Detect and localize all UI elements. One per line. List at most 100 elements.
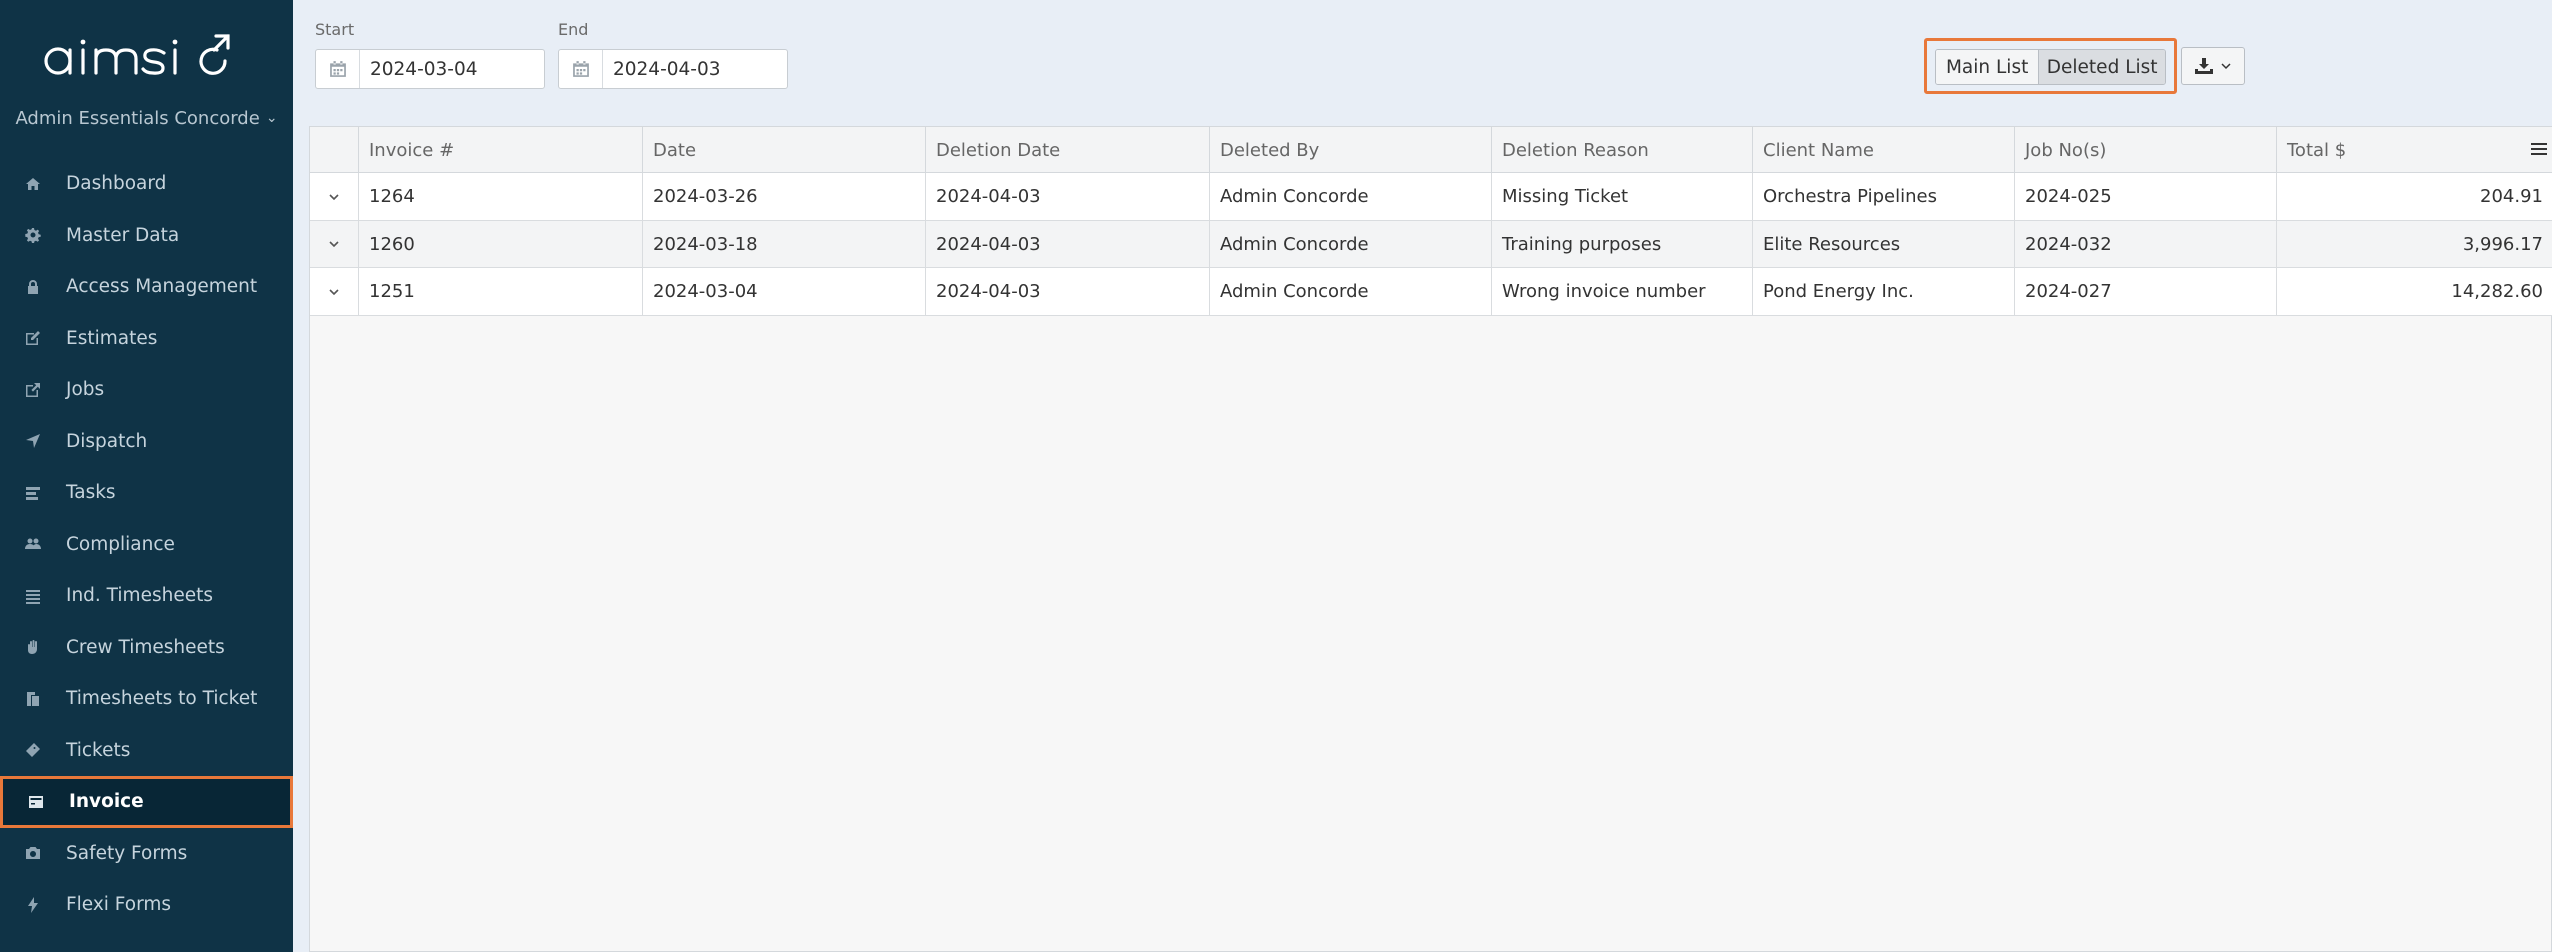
chevron-down-icon: ⌄ [265, 110, 278, 126]
column-header-total[interactable]: Total $ [2277, 127, 2552, 173]
deleted-invoice-grid: Invoice # Date Deletion Date Deleted By … [309, 126, 2552, 952]
start-date-field[interactable]: 2024-03-04 [315, 49, 545, 89]
sidebar-item-dashboard[interactable]: Dashboard [0, 158, 293, 210]
cell-job-numbers: 2024-032 [2015, 220, 2277, 268]
cell-job-numbers: 2024-027 [2015, 268, 2277, 315]
sidebar-item-ind-timesheets[interactable]: Ind. Timesheets [0, 570, 293, 622]
sidebar-item-tickets[interactable]: Tickets [0, 725, 293, 777]
sidebar-item-label: Timesheets to Ticket [66, 688, 258, 710]
column-header-client-name[interactable]: Client Name [1753, 127, 2015, 173]
row-expand-button[interactable] [310, 173, 359, 220]
sidebar-item-label: Crew Timesheets [66, 636, 225, 658]
sidebar-item-label: Ind. Timesheets [66, 585, 213, 607]
location-arrow-icon [24, 432, 42, 450]
column-header-deletion-date[interactable]: Deletion Date [926, 127, 1210, 173]
sidebar-item-label: Tickets [66, 739, 131, 761]
hand-icon [24, 638, 42, 656]
column-header-job-numbers[interactable]: Job No(s) [2015, 127, 2277, 173]
start-date-value: 2024-03-04 [370, 58, 478, 80]
sidebar: Admin Essentials Concorde ⌄ Dashboard Mas… [0, 0, 293, 952]
column-header-deletion-reason[interactable]: Deletion Reason [1492, 127, 1753, 173]
sidebar-item-master-data[interactable]: Master Data [0, 210, 293, 262]
sidebar-item-access-management[interactable]: Access Management [0, 261, 293, 313]
calendar-icon[interactable] [559, 50, 603, 88]
cell-job-numbers: 2024-025 [2015, 173, 2277, 220]
sidebar-item-label: Jobs [66, 379, 105, 401]
column-header-invoice-number[interactable]: Invoice # [359, 127, 643, 173]
export-button[interactable] [2181, 47, 2245, 85]
edit-icon [24, 329, 42, 347]
end-date-label: End [558, 20, 589, 39]
sidebar-item-timesheets-to-ticket[interactable]: Timesheets to Ticket [0, 673, 293, 725]
sidebar-item-flexi-forms[interactable]: Flexi Forms [0, 879, 293, 931]
sidebar-item-label: Invoice [69, 791, 144, 813]
cell-deletion-reason: Wrong invoice number [1492, 268, 1753, 315]
lock-icon [24, 278, 42, 296]
calendar-icon[interactable] [316, 50, 360, 88]
cell-date: 2024-03-26 [643, 173, 926, 220]
sidebar-item-label: Dispatch [66, 430, 148, 452]
cell-client-name: Orchestra Pipelines [1753, 173, 2015, 220]
sidebar-item-dispatch[interactable]: Dispatch [0, 416, 293, 468]
chevron-down-icon [329, 193, 339, 200]
sidebar-item-invoice[interactable]: Invoice [0, 776, 293, 828]
column-header-date[interactable]: Date [643, 127, 926, 173]
list-icon [24, 587, 42, 605]
cell-deletion-date: 2024-04-03 [926, 220, 1210, 268]
cell-invoice-number: 1260 [359, 220, 643, 268]
sidebar-nav: Dashboard Master Data Access Management … [0, 158, 293, 931]
start-date-label: Start [315, 20, 355, 39]
sidebar-item-safety-forms[interactable]: Safety Forms [0, 828, 293, 880]
cell-deletion-reason: Missing Ticket [1492, 173, 1753, 220]
cell-total: 14,282.60 [2451, 281, 2543, 302]
bolt-icon [24, 896, 42, 914]
sidebar-item-tasks[interactable]: Tasks [0, 467, 293, 519]
sidebar-item-label: Estimates [66, 327, 158, 349]
aimsio-logo[interactable] [40, 28, 250, 88]
cell-invoice-number: 1251 [359, 268, 643, 315]
row-expand-button[interactable] [310, 268, 359, 315]
sidebar-item-label: Safety Forms [66, 842, 188, 864]
column-menu-icon[interactable] [2529, 139, 2549, 159]
main-content: Start 2024-03-04 End 2024-04-03 Main Lis… [293, 0, 2552, 952]
cell-deletion-reason: Training purposes [1492, 220, 1753, 268]
row-expand-button[interactable] [310, 220, 359, 268]
cell-deleted-by: Admin Concorde [1210, 268, 1492, 315]
sidebar-item-crew-timesheets[interactable]: Crew Timesheets [0, 622, 293, 674]
chevron-down-icon [2221, 63, 2231, 70]
download-icon [2195, 58, 2213, 74]
table-row[interactable]: 1264 2024-03-26 2024-04-03 Admin Concord… [310, 173, 2552, 221]
invoice-icon [27, 793, 45, 811]
dashboard-icon [24, 175, 42, 193]
cell-deletion-date: 2024-04-03 [926, 173, 1210, 220]
cell-deleted-by: Admin Concorde [1210, 220, 1492, 268]
table-row[interactable]: 1260 2024-03-18 2024-04-03 Admin Concord… [310, 220, 2552, 268]
users-icon [24, 535, 42, 553]
sidebar-item-estimates[interactable]: Estimates [0, 313, 293, 365]
cell-deletion-date: 2024-04-03 [926, 268, 1210, 315]
cell-date: 2024-03-04 [643, 268, 926, 315]
column-header-deleted-by[interactable]: Deleted By [1210, 127, 1492, 173]
sidebar-item-compliance[interactable]: Compliance [0, 519, 293, 571]
sidebar-item-label: Master Data [66, 224, 180, 246]
company-selector[interactable]: Admin Essentials Concorde ⌄ [0, 108, 293, 129]
table-row[interactable]: 1251 2024-03-04 2024-04-03 Admin Concord… [310, 268, 2552, 316]
cell-deleted-by: Admin Concorde [1210, 173, 1492, 220]
gear-icon [24, 226, 42, 244]
main-list-button[interactable]: Main List [1936, 50, 2040, 84]
cell-invoice-number: 1264 [359, 173, 643, 220]
cell-client-name: Pond Energy Inc. [1753, 268, 2015, 315]
cell-client-name: Elite Resources [1753, 220, 2015, 268]
sidebar-item-jobs[interactable]: Jobs [0, 364, 293, 416]
end-date-value: 2024-04-03 [613, 58, 721, 80]
end-date-field[interactable]: 2024-04-03 [558, 49, 788, 89]
list-toggle-group: Main List Deleted List [1924, 38, 2177, 94]
external-link-icon [24, 381, 42, 399]
grid-header: Invoice # Date Deletion Date Deleted By … [310, 127, 2552, 173]
cell-date: 2024-03-18 [643, 220, 926, 268]
tasks-icon [24, 484, 42, 502]
sidebar-item-label: Dashboard [66, 173, 167, 195]
sidebar-item-label: Tasks [66, 482, 116, 504]
deleted-list-button[interactable]: Deleted List [2039, 50, 2165, 84]
chevron-down-icon [329, 241, 339, 248]
